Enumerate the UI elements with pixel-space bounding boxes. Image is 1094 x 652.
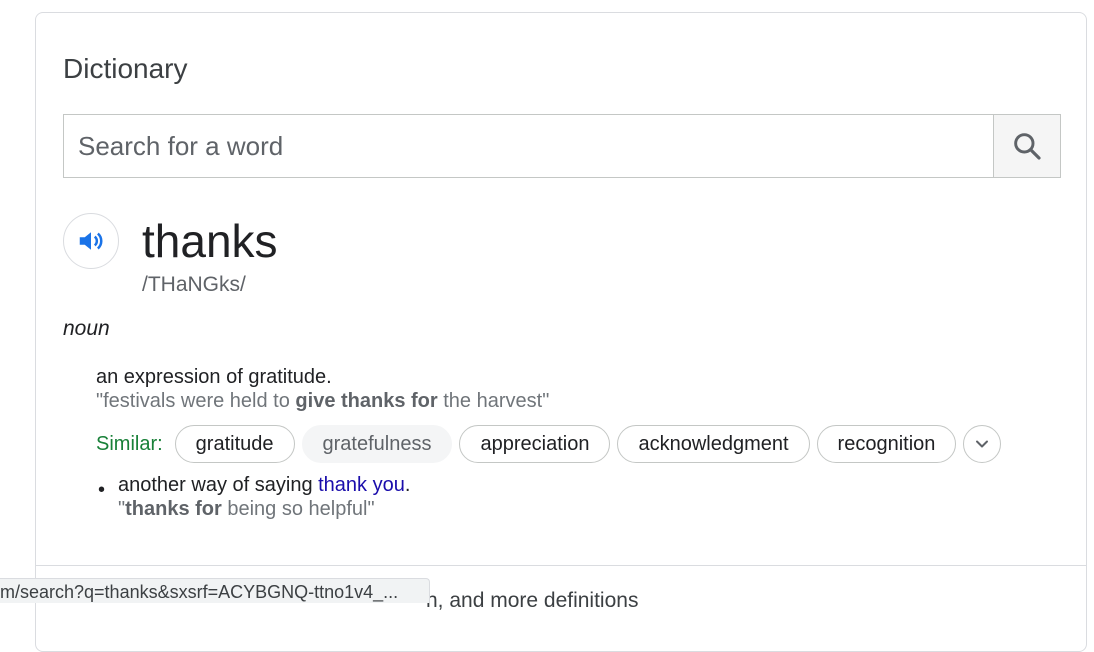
headword: thanks [142,215,278,267]
part-of-speech: noun [63,317,110,340]
divider [36,565,1086,566]
similar-chip-recognition[interactable]: recognition [816,425,957,463]
example-1-pre: "festivals were held to [96,390,296,412]
search-icon [1014,133,1041,160]
example-1: "festivals were held to give thanks for … [96,390,549,413]
similar-chip-gratefulness[interactable]: gratefulness [301,425,453,463]
bullet-icon: • [98,479,106,501]
example-1-bold: give thanks for [295,390,438,412]
similar-chip-acknowledgment[interactable]: acknowledgment [617,425,810,463]
similar-chip-appreciation[interactable]: appreciation [459,425,611,463]
search-button[interactable] [993,115,1060,177]
definition-1: an expression of gratitude. [96,366,332,388]
definition-2: another way of saying thank you. [118,474,410,497]
more-definitions-link[interactable]: n, and more definitions [426,589,638,613]
example-2: "thanks for being so helpful" [118,498,375,521]
example-2-bold: thanks for [125,498,222,520]
search-input[interactable] [64,115,993,177]
status-bar-url: m/search?q=thanks&sxsrf=ACYBGNQ-ttno1v4_… [0,578,430,603]
search-box [63,114,1061,178]
speaker-icon [79,232,103,250]
similar-label: Similar: [96,432,163,455]
example-2-post: being so helpful" [221,498,375,520]
similar-words: Similar: gratitude gratefulness apprecia… [96,424,1002,464]
phonetic: /THaNGks/ [142,273,246,296]
example-1-post: the harvest" [437,390,550,412]
card-title: Dictionary [63,53,188,84]
expand-similar-button[interactable] [963,425,1002,463]
definition-2-post: . [404,474,411,496]
pronounce-button[interactable] [63,213,119,269]
chevron-down-icon [976,440,989,448]
definition-2-pre: another way of saying [118,474,319,496]
dictionary-card: Dictionary thanks /THaNGks/ noun an expr… [35,12,1087,652]
thank-you-link[interactable]: thank you [318,474,405,496]
similar-chip-gratitude[interactable]: gratitude [174,425,295,463]
